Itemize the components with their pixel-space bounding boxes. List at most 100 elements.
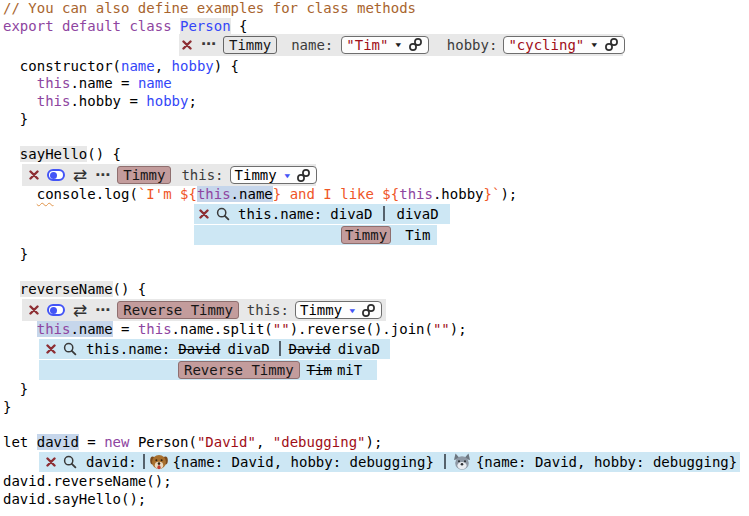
close-icon[interactable]: [182, 40, 192, 50]
line-new-person: let david = new Person("David", "debuggi…: [0, 434, 749, 452]
line-class-close: }: [0, 399, 749, 417]
close-icon[interactable]: [29, 305, 39, 315]
code-token: and I like: [281, 186, 382, 202]
close-icon[interactable]: [29, 170, 39, 180]
code-token: }: [3, 399, 11, 415]
code-token: [3, 75, 37, 91]
example-chip-timmy[interactable]: Timmy: [341, 226, 391, 244]
more-icon[interactable]: ⋯: [201, 37, 216, 52]
code-token: () {: [87, 146, 121, 162]
code-token: }: [3, 246, 28, 262]
code-token: this: [399, 186, 433, 202]
line-comment: // You can also define examples for clas…: [0, 0, 749, 18]
code-token: co: [37, 186, 54, 202]
line-reversename: reverseName() {: [0, 281, 749, 299]
reversename-overlay-values: this.name:DaviddivaDDaviddivaD: [0, 339, 749, 360]
code-token: david.reverseName();: [3, 473, 172, 489]
value-divider-2: [444, 454, 446, 469]
code-token: hobby: [146, 93, 188, 109]
magnifier-icon[interactable]: [63, 342, 77, 356]
code-token: Person(: [129, 434, 196, 450]
expression-label: this.name:: [86, 341, 170, 357]
code-token: }: [3, 111, 28, 127]
this-field-label: this:: [247, 302, 289, 318]
code-token: "David": [197, 434, 256, 450]
line-console-log: console.log(`I'm ${this.name} and I like…: [0, 186, 749, 204]
reversename-overlay-example-box: Reverse TimmyTimmiT: [39, 360, 377, 380]
code-token: ${: [180, 186, 197, 202]
code-token: david: [37, 434, 79, 450]
value-divider: [279, 341, 281, 356]
select-value: "cycling": [508, 37, 584, 53]
code-token: let: [3, 434, 37, 450]
code-token: );: [366, 434, 383, 450]
code-token: [3, 321, 37, 337]
code-token: .hobby =: [70, 93, 146, 109]
reversename-example-widget-box: ⇄ ⋯ Reverse Timmy this: Timmy▾: [22, 299, 386, 321]
code-token: // You can also define examples for clas…: [3, 0, 416, 16]
old-value-2: David: [289, 341, 331, 357]
example-chip-reverse-timmy[interactable]: Reverse Timmy: [178, 361, 300, 379]
code-token: [3, 146, 20, 162]
link-icon: [408, 37, 423, 52]
line-blank-1: [0, 129, 749, 147]
value-after: divaD: [396, 206, 438, 222]
swap-icon[interactable]: ⇄: [73, 167, 87, 184]
code-token: ${: [382, 186, 399, 202]
line-call-reverse: david.reverseName();: [0, 473, 749, 491]
code-token: }: [484, 186, 492, 202]
example-chip-timmy[interactable]: Timmy: [223, 36, 277, 54]
this-value-select[interactable]: Timmy▾: [295, 301, 382, 319]
more-icon[interactable]: ⋯: [95, 168, 110, 183]
code-token: "": [273, 321, 290, 337]
dropdown-arrow-icon: ▾: [590, 39, 599, 50]
line-this-name: this.name = name: [0, 75, 749, 93]
example-chip-reverse-timmy[interactable]: Reverse Timmy: [117, 301, 239, 319]
code-token: "": [433, 321, 450, 337]
code-token: [3, 281, 20, 297]
code-token: reverseName: [20, 281, 113, 297]
code-token: name: [121, 58, 155, 74]
sayhello-example-widget: ⇄ ⋯ Timmy this: Timmy▾: [0, 164, 749, 186]
reversename-overlay-values-box: this.name:DaviddivaDDaviddivaD: [39, 339, 390, 359]
value-divider: [383, 206, 385, 221]
close-icon[interactable]: [46, 344, 56, 354]
code-token: nsole.log(: [54, 186, 138, 202]
more-icon[interactable]: ⋯: [95, 303, 110, 318]
value-divider-1: [143, 454, 145, 469]
sayhello-log-overlay-values-box: this.name:divaDdivaD: [194, 204, 450, 224]
class-example-widget-box: ⋯Timmyname:"Tim"▾hobby:"cycling"▾: [179, 34, 623, 56]
code-token: ,: [155, 58, 172, 74]
code-token: name: [138, 75, 172, 91]
name-value-select[interactable]: "Tim"▾: [341, 36, 428, 54]
example-chip-timmy[interactable]: Timmy: [117, 166, 171, 184]
line-ctor-close: }: [0, 111, 749, 129]
example-value: Tim: [405, 227, 430, 243]
sayhello-log-overlay-example: Timmy Tim: [0, 225, 749, 246]
value-before: divaD: [330, 206, 372, 222]
code-token: ,: [256, 434, 273, 450]
david-overlay-values-box: david:{name: David, hobby: debugging}{na…: [39, 452, 740, 472]
object-value-1: {name: David, hobby: debugging}: [173, 454, 434, 470]
close-icon[interactable]: [46, 457, 56, 467]
close-icon[interactable]: [199, 209, 209, 219]
code-token: {: [231, 18, 248, 34]
swap-icon[interactable]: ⇄: [73, 302, 87, 319]
toggle-icon[interactable]: [47, 304, 65, 316]
line-constructor: constructor(name, hobby) {: [0, 58, 749, 76]
magnifier-icon[interactable]: [63, 455, 77, 469]
line-sayhello-close: }: [0, 246, 749, 264]
select-value: Timmy: [235, 167, 277, 183]
code-token: =: [113, 321, 138, 337]
hobby-value-select[interactable]: "cycling" ▾: [503, 36, 624, 54]
code-token: );: [450, 321, 467, 337]
this-value-select[interactable]: Timmy▾: [230, 166, 317, 184]
line-reverse-close: }: [0, 381, 749, 399]
magnifier-icon[interactable]: [216, 207, 230, 221]
code-token: .name: [70, 321, 112, 337]
this-field-label: this:: [181, 167, 223, 183]
code-token: }: [273, 186, 281, 202]
david-overlay-values: david:{name: David, hobby: debugging}{na…: [0, 452, 749, 473]
toggle-icon[interactable]: [47, 169, 65, 181]
link-icon: [604, 37, 619, 52]
